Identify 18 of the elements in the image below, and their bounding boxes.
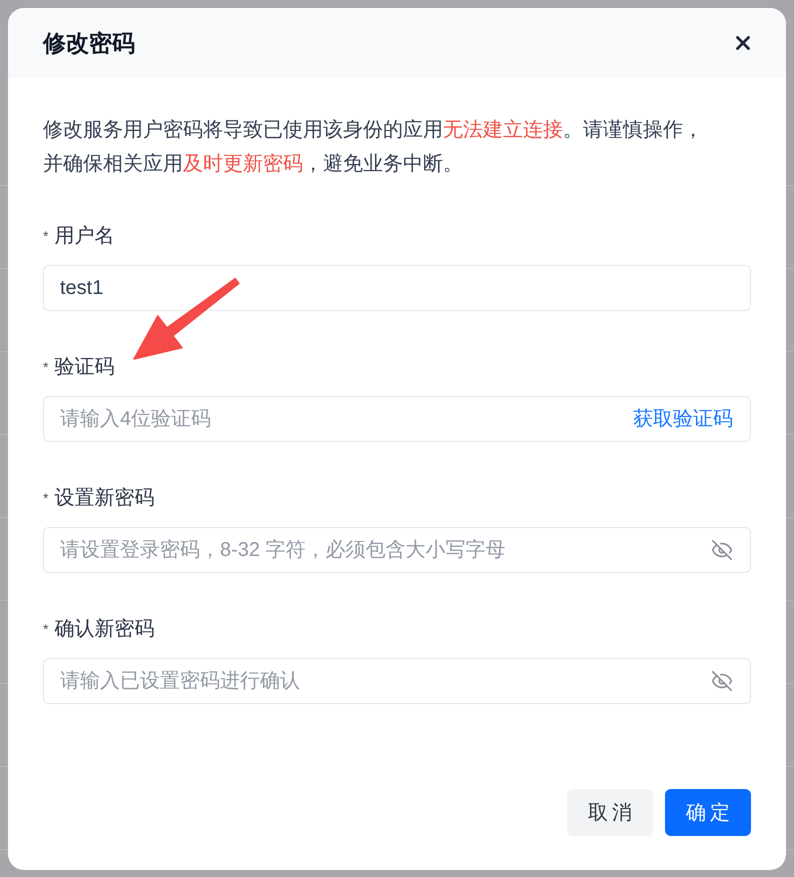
field-label: 用户名 [54,224,114,249]
eye-off-icon[interactable] [711,670,733,692]
get-code-link[interactable]: 获取验证码 [633,405,733,433]
input-field[interactable]: 请输入已设置密码进行确认 [43,658,751,704]
field-label: 确认新密码 [54,617,154,642]
required-mark: * [43,229,48,243]
cancel-button[interactable]: 取消 [567,789,653,836]
dialog-title: 修改密码 [43,29,135,58]
eye-off-icon[interactable] [711,539,733,561]
required-mark: * [43,491,48,505]
required-mark: * [43,360,48,374]
required-mark: * [43,622,48,636]
field-label: 设置新密码 [54,486,154,511]
confirm-button[interactable]: 确定 [665,789,751,836]
input-field[interactable]: 请设置登录密码，8-32 字符，必须包含大小写字母 [43,527,751,573]
warning-text: 修改服务用户密码将导致已使用该身份的应用无法建立连接。请谨慎操作，并确保相关应用及时更新密码，避免业务中断。 [43,118,704,177]
input-field[interactable]: test1 [43,265,751,311]
field-label: 验证码 [54,355,114,380]
